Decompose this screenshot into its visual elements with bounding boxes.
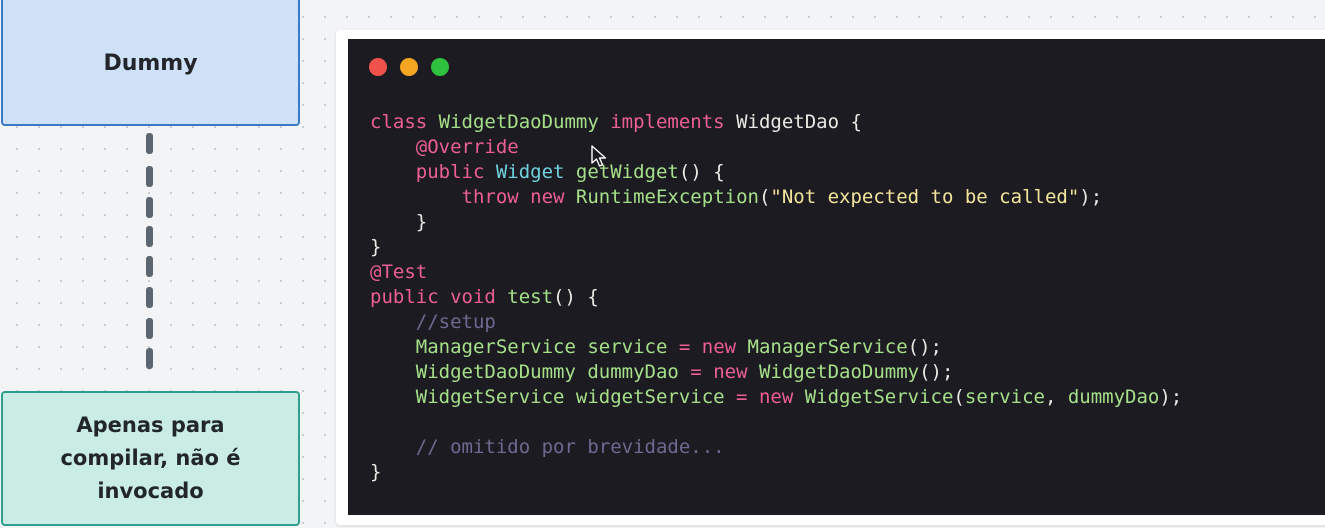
code-token: WidgetService widgetService [370, 386, 737, 408]
code-token: test [507, 286, 554, 308]
code-line: } [370, 210, 1182, 235]
code-token: WidgetDao [736, 111, 851, 133]
code-token: "Not expected to be called" [770, 186, 1080, 208]
code-token: new [758, 386, 805, 408]
code-token: = [690, 361, 714, 383]
code-token: // omitido por brevidade... [415, 436, 725, 458]
connector-dash [146, 226, 153, 247]
code-line: ManagerService service = new ManagerServ… [370, 335, 1182, 360]
code-token: () { [678, 161, 725, 183]
code-line: WidgetDaoDummy dummyDao = new WidgetDaoD… [370, 360, 1182, 385]
code-block: class WidgetDaoDummy implements WidgetDa… [370, 110, 1182, 485]
code-token: RuntimeException [575, 186, 759, 208]
code-line: } [370, 460, 1182, 485]
code-token: WidgetService [804, 386, 954, 408]
code-token: (); [907, 336, 942, 358]
close-dot[interactable] [369, 58, 387, 76]
code-token: } [370, 461, 382, 483]
connector-dash [146, 287, 153, 308]
code-token: service [964, 386, 1045, 408]
code-token: public [370, 286, 451, 308]
code-token: ); [1079, 186, 1103, 208]
connector-dash [146, 256, 153, 277]
code-token: implements [610, 111, 737, 133]
code-token: //setup [415, 311, 496, 333]
code-token: = [736, 386, 759, 408]
code-token: { [850, 111, 862, 133]
code-token: throw [461, 186, 531, 208]
code-token: (); [919, 361, 954, 383]
code-token: ManagerService [747, 336, 908, 358]
connector-dash [146, 318, 153, 339]
code-token: ); [1159, 386, 1183, 408]
connector-dash [146, 348, 153, 369]
code-token: } [370, 236, 382, 258]
code-token: class [370, 111, 439, 133]
code-line: @Test [370, 260, 1182, 285]
code-token: = [678, 336, 702, 358]
note-box[interactable]: Apenas para compilar, não é invocado [1, 391, 300, 526]
code-line: throw new RuntimeException("Not expected… [370, 185, 1182, 210]
code-token: @Test [370, 261, 428, 283]
minimize-dot[interactable] [400, 58, 418, 76]
code-token: ManagerService service [370, 336, 679, 358]
code-token: () { [553, 286, 599, 308]
code-token: WidgetDaoDummy dummyDao [370, 361, 691, 383]
dummy-box[interactable]: Dummy [1, 0, 300, 126]
code-token: ( [758, 186, 771, 208]
code-line: @Override [370, 135, 1182, 160]
connector-dash [146, 166, 153, 187]
code-token: dummyDao [1067, 386, 1160, 408]
code-line: //setup [370, 310, 1182, 335]
note-line: invocado [97, 479, 204, 503]
code-token: new [701, 336, 748, 358]
code-token: } [415, 211, 428, 233]
code-line: // omitido por brevidade... [370, 435, 1182, 460]
code-token: new [713, 361, 759, 383]
maximize-dot[interactable] [431, 58, 449, 76]
code-token: public [415, 161, 496, 183]
dummy-box-label: Dummy [103, 50, 198, 76]
code-token: , [1044, 386, 1068, 408]
note-line: Apenas para [76, 413, 225, 437]
code-token: WidgetDaoDummy [438, 111, 611, 133]
connector-dash [146, 197, 153, 218]
code-line: public Widget getWidget() { [370, 160, 1182, 185]
code-token: @Override [415, 136, 519, 158]
code-line: class WidgetDaoDummy implements WidgetDa… [370, 110, 1182, 135]
code-token: new [530, 186, 576, 208]
code-line: public void test() { [370, 285, 1182, 310]
note-line: compilar, não é [60, 446, 241, 470]
note-box-text: Apenas para compilar, não é invocado [60, 409, 240, 508]
code-line: } [370, 235, 1182, 260]
code-token: Widget [495, 161, 576, 183]
connector-dash [146, 133, 153, 154]
mouse-cursor-icon [591, 145, 607, 167]
code-token: ( [953, 386, 965, 408]
code-token: void [450, 286, 508, 308]
code-line: WidgetService widgetService = new Widget… [370, 385, 1183, 410]
code-token: WidgetDaoDummy [758, 361, 920, 383]
